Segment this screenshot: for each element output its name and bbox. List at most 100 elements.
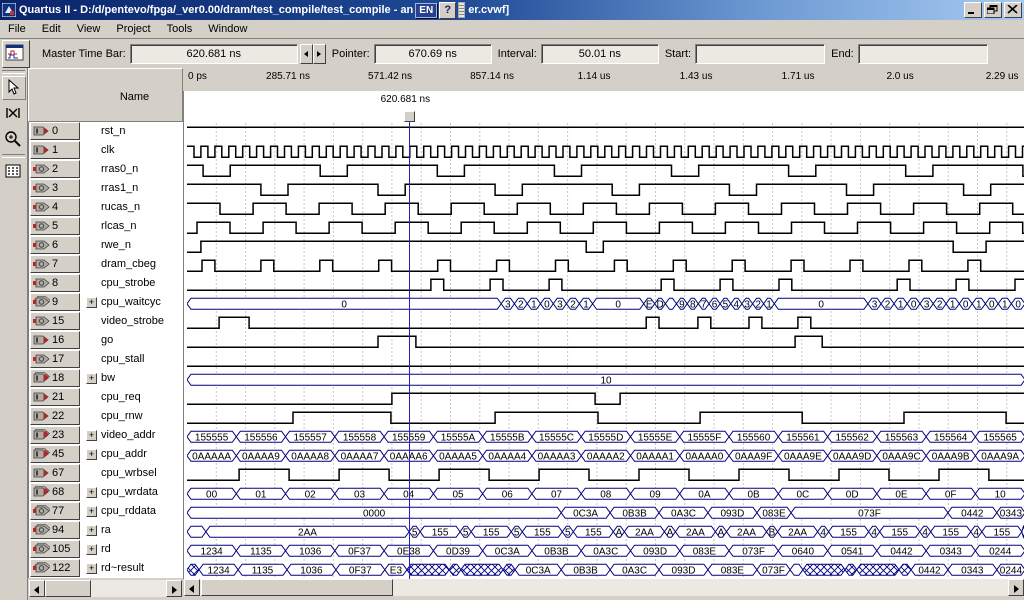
signal-row-cpu_wrbsel[interactable]: 67cpu_wrbsel: [29, 464, 184, 483]
signal-row-cpu_req[interactable]: 21cpu_req: [29, 388, 184, 407]
row-number-button[interactable]: 68: [30, 483, 80, 501]
row-number-button[interactable]: 122: [30, 559, 80, 577]
expand-group-button[interactable]: +: [86, 297, 97, 308]
row-number-button[interactable]: 23: [30, 426, 80, 444]
signal-row-ra[interactable]: 94+ra: [29, 521, 184, 540]
row-number-button[interactable]: 17: [30, 350, 80, 368]
signal-row-video_strobe[interactable]: 15video_strobe: [29, 312, 184, 331]
language-help-button[interactable]: ?: [439, 2, 456, 19]
menu-item-window[interactable]: Window: [200, 22, 255, 36]
signal-row-cpu_strobe[interactable]: 8cpu_strobe: [29, 274, 184, 293]
expand-group-button[interactable]: +: [86, 449, 97, 460]
signal-row-rucas_n[interactable]: 4rucas_n: [29, 198, 184, 217]
row-number-button[interactable]: 0: [30, 122, 80, 140]
row-number-button[interactable]: 18: [30, 369, 80, 387]
signal-row-rras1_n[interactable]: 3rras1_n: [29, 179, 184, 198]
start-field[interactable]: [695, 44, 825, 64]
full-screen-tool-button[interactable]: [2, 160, 26, 184]
time-axis-header[interactable]: 0 ps285.71 ns571.42 ns857.14 ns1.14 us1.…: [183, 68, 1024, 92]
waveform-editor-button[interactable]: [2, 40, 30, 68]
expand-group-button[interactable]: +: [86, 544, 97, 555]
row-number-button[interactable]: 16: [30, 331, 80, 349]
row-number-button[interactable]: 6: [30, 236, 80, 254]
selection-tool-button[interactable]: [2, 76, 26, 100]
menu-item-project[interactable]: Project: [108, 22, 158, 36]
language-badge[interactable]: EN: [415, 3, 437, 18]
scroll-left-button[interactable]: [29, 580, 45, 597]
menu-item-edit[interactable]: Edit: [34, 22, 69, 36]
signal-row-rras0_n[interactable]: 2rras0_n: [29, 160, 184, 179]
waveform-hscrollbar[interactable]: [184, 579, 1024, 596]
row-number-button[interactable]: 21: [30, 388, 80, 406]
signal-row-dram_cbeg[interactable]: 7dram_cbeg: [29, 255, 184, 274]
signal-row-go[interactable]: 16go: [29, 331, 184, 350]
waveform-canvas[interactable]: 032103210ED98765432103210321010101015555…: [183, 91, 1024, 579]
master-time-cursor-handle[interactable]: [404, 111, 415, 122]
signal-row-cpu_wrdata[interactable]: 68+cpu_wrdata: [29, 483, 184, 502]
signal-row-bw[interactable]: 18+bw: [29, 369, 184, 388]
signal-row-rwe_n[interactable]: 6rwe_n: [29, 236, 184, 255]
row-number-button[interactable]: 8: [30, 274, 80, 292]
name-column-header: Name: [28, 68, 183, 122]
signal-row-cpu_stall[interactable]: 17cpu_stall: [29, 350, 184, 369]
svg-text:0640: 0640: [792, 547, 815, 558]
svg-text:15555A: 15555A: [441, 433, 476, 444]
scroll-right-button[interactable]: [166, 580, 182, 597]
row-number-button[interactable]: 3: [30, 179, 80, 197]
close-button[interactable]: [1004, 2, 1022, 18]
language-bar-grip-icon[interactable]: [458, 2, 465, 18]
signal-row-video_addr[interactable]: 23+video_addr: [29, 426, 184, 445]
row-number-button[interactable]: 77: [30, 502, 80, 520]
row-number-button[interactable]: 2: [30, 160, 80, 178]
signal-row-rd[interactable]: 105+rd: [29, 540, 184, 559]
row-number-button[interactable]: 22: [30, 407, 80, 425]
signal-row-cpu_rnw[interactable]: 22 cpu_rnw: [29, 407, 184, 426]
signal-row-cpu_rddata[interactable]: 77+cpu_rddata: [29, 502, 184, 521]
signal-row-clk[interactable]: 1clk: [29, 141, 184, 160]
end-field[interactable]: [858, 44, 988, 64]
name-panel-hscrollbar[interactable]: [29, 580, 182, 597]
menu-item-tools[interactable]: Tools: [159, 22, 201, 36]
zoom-tool-button[interactable]: [2, 128, 26, 152]
expand-group-button[interactable]: +: [86, 487, 97, 498]
row-number-button[interactable]: 105: [30, 540, 80, 558]
scroll-right-button[interactable]: [1008, 579, 1024, 596]
row-number-button[interactable]: 67: [30, 464, 80, 482]
row-number-button[interactable]: 7: [30, 255, 80, 273]
signal-row-rst_n[interactable]: 0rst_n: [29, 122, 184, 141]
row-number-button[interactable]: 5: [30, 217, 80, 235]
row-number-button[interactable]: 4: [30, 198, 80, 216]
signal-row-rlcas_n[interactable]: 5rlcas_n: [29, 217, 184, 236]
expand-group-button[interactable]: +: [86, 563, 97, 574]
scroll-thumb[interactable]: [201, 579, 393, 596]
expand-group-button[interactable]: +: [86, 525, 97, 536]
restore-button[interactable]: [984, 2, 1002, 18]
master-time-left-button[interactable]: [300, 44, 313, 64]
minimize-button[interactable]: [964, 2, 982, 18]
master-time-right-button[interactable]: [313, 44, 326, 64]
signal-row-rd~result[interactable]: 122+rd~result: [29, 559, 184, 578]
expand-group-button[interactable]: +: [86, 506, 97, 517]
svg-text:0D39: 0D39: [446, 547, 470, 558]
row-number-button[interactable]: 1: [30, 141, 80, 159]
expand-group-button[interactable]: +: [86, 430, 97, 441]
scroll-left-button[interactable]: [184, 579, 200, 596]
svg-text:1135: 1135: [252, 566, 274, 577]
time-tick-label: 1.71 us: [774, 71, 822, 82]
signal-row-cpu_waitcyc[interactable]: 9+cpu_waitcyc: [29, 293, 184, 312]
expand-group-button[interactable]: +: [86, 373, 97, 384]
row-number-button[interactable]: 94: [30, 521, 80, 539]
row-number-button[interactable]: 15: [30, 312, 80, 330]
row-number-button[interactable]: 45: [30, 445, 80, 463]
signal-row-cpu_addr[interactable]: 45+cpu_addr: [29, 445, 184, 464]
menu-item-file[interactable]: File: [0, 22, 34, 36]
menu-item-view[interactable]: View: [69, 22, 109, 36]
row-number-button[interactable]: 9: [30, 293, 80, 311]
svg-text:0B3B: 0B3B: [573, 566, 598, 577]
master-time-bar-field[interactable]: 620.681 ns: [130, 44, 298, 64]
signal-name: cpu_rnw: [101, 410, 143, 422]
title-bar: Quartus II - D:/d/pentevo/fpga/_ver0.00/…: [0, 0, 1024, 20]
scroll-thumb[interactable]: [45, 580, 91, 597]
master-time-cursor[interactable]: [409, 122, 410, 579]
text-tool-button[interactable]: [2, 102, 26, 126]
